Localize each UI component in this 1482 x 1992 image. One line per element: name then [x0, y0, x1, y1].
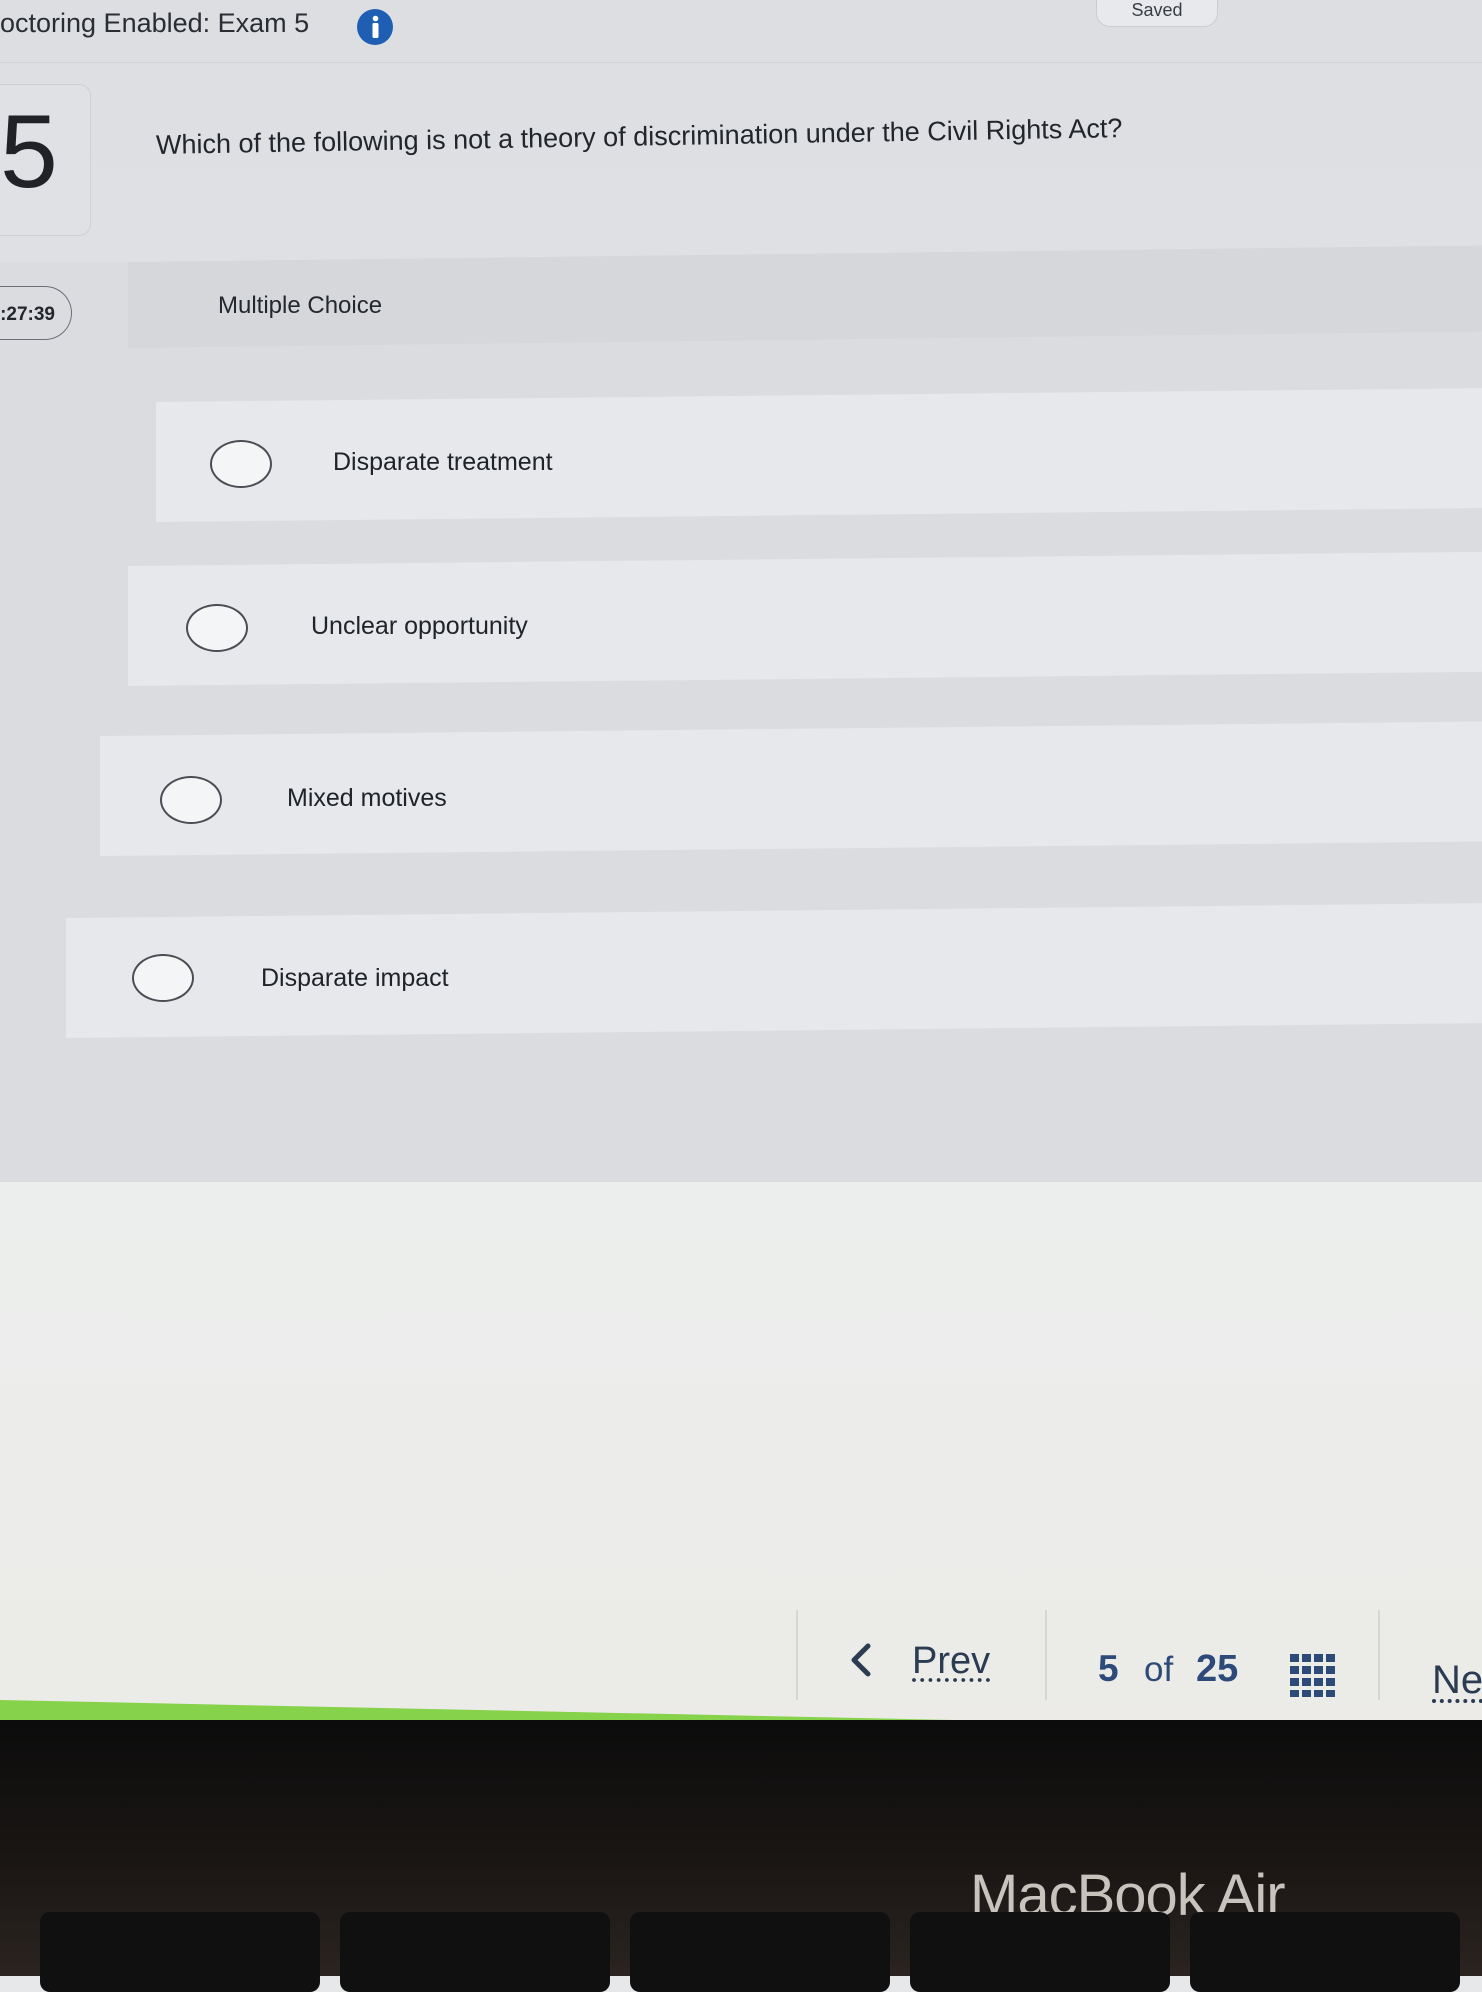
keyboard-key — [1190, 1912, 1460, 1992]
grid-icon[interactable] — [1288, 1652, 1336, 1698]
next-button[interactable]: Ne — [1432, 1658, 1482, 1703]
radio-button[interactable] — [210, 440, 272, 488]
chevron-left-icon[interactable] — [846, 1642, 876, 1678]
prev-button[interactable]: Prev — [912, 1640, 990, 1683]
radio-button[interactable] — [186, 604, 248, 652]
keyboard-key — [910, 1912, 1170, 1992]
keyboard-key — [630, 1912, 890, 1992]
answer-option-label: Mixed motives — [287, 784, 447, 812]
current-page: 5 — [1098, 1648, 1119, 1689]
saved-status: Saved — [1096, 0, 1218, 27]
total-pages: 25 — [1196, 1648, 1239, 1690]
keyboard-key — [40, 1912, 320, 1992]
radio-button[interactable] — [160, 776, 222, 824]
exam-title: octoring Enabled: Exam 5 — [0, 8, 310, 38]
answer-option-label: Unclear opportunity — [311, 612, 528, 640]
screen: octoring Enabled: Exam 5 Saved 5 Which o… — [0, 0, 1482, 1720]
question-number: 5 — [0, 94, 58, 210]
timer: :27:39 — [0, 286, 72, 340]
answer-option-label: Disparate impact — [261, 964, 449, 992]
page-of-label: of — [1144, 1650, 1174, 1689]
divider — [1045, 1610, 1047, 1700]
divider — [1378, 1610, 1380, 1700]
footer-navigation — [0, 1600, 1482, 1708]
radio-button[interactable] — [132, 954, 194, 1002]
question-type-label: Multiple Choice — [218, 292, 383, 319]
answer-option-label: Disparate treatment — [333, 448, 553, 476]
divider — [796, 1610, 798, 1700]
question-text: Which of the following is not a theory o… — [155, 113, 1123, 160]
info-icon[interactable] — [356, 8, 394, 46]
keyboard-key — [340, 1912, 610, 1992]
